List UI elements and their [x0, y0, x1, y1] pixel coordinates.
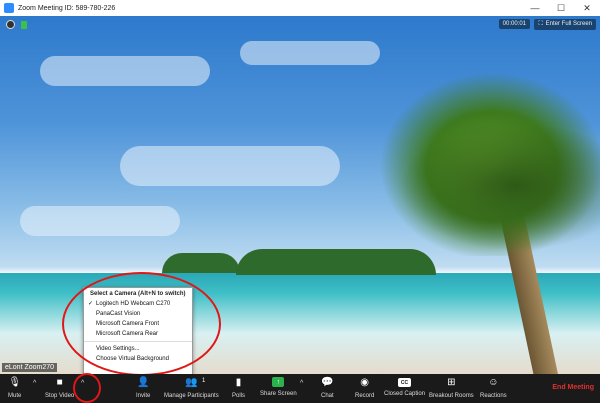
closed-caption-label: Closed Caption	[384, 391, 426, 397]
cloud	[40, 56, 210, 86]
smiley-icon: ☺	[488, 377, 499, 388]
microphone-icon: 🎙	[8, 377, 22, 388]
island-small	[162, 253, 240, 273]
maximize-button[interactable]: ☐	[548, 0, 574, 16]
fullscreen-icon: ⛶	[538, 21, 543, 27]
stop-video-label: Stop Video	[45, 393, 75, 399]
polls-button[interactable]: ▮ Polls	[232, 377, 245, 399]
window-title: Zoom Meeting ID: 589-780-226	[18, 4, 116, 12]
invite-label: Invite	[136, 393, 151, 399]
manage-participants-button[interactable]: 👥 Manage Participants	[164, 377, 219, 399]
reactions-button[interactable]: ☺ Reactions	[480, 377, 507, 399]
polls-icon: ▮	[235, 377, 242, 388]
polls-label: Polls	[232, 393, 246, 399]
record-button[interactable]: ◉ Record	[355, 377, 374, 399]
invite-button[interactable]: 👤 Invite	[136, 377, 150, 399]
mute-button[interactable]: 🎙 Mute	[8, 377, 21, 399]
closed-caption-icon: CC	[398, 378, 412, 387]
video-camera-icon: ■	[56, 377, 63, 388]
window-titlebar: Zoom Meeting ID: 589-780-226 — ☐ ✕	[0, 0, 600, 17]
highlight-oval	[62, 272, 221, 376]
enter-fullscreen-button[interactable]: ⛶ Enter Full Screen	[534, 19, 596, 30]
cloud	[20, 206, 180, 236]
record-icon: ◉	[360, 377, 370, 388]
minimize-button[interactable]: —	[522, 0, 548, 16]
fullscreen-label: Enter Full Screen	[545, 21, 592, 27]
share-screen-icon: ↑	[272, 377, 285, 387]
encryption-shield-icon[interactable]	[21, 20, 27, 29]
record-label: Record	[355, 393, 375, 399]
share-screen-label: Share Screen	[260, 391, 297, 397]
chat-icon: 💬	[321, 377, 334, 388]
highlight-circle	[73, 373, 101, 403]
breakout-rooms-button[interactable]: ⊞ Breakout Rooms	[429, 377, 474, 399]
closed-caption-button[interactable]: CC Closed Caption	[384, 377, 425, 397]
mute-label: Mute	[8, 393, 22, 399]
chat-label: Chat	[321, 393, 334, 399]
meeting-info-icons	[6, 20, 27, 29]
participants-icon: 👥	[185, 377, 198, 388]
stop-video-button[interactable]: ■ Stop Video	[45, 377, 74, 399]
cloud	[120, 146, 340, 186]
window-controls: — ☐ ✕	[522, 0, 600, 16]
palm-shadow	[390, 116, 600, 256]
meeting-timer: 00:00:01	[498, 19, 530, 29]
breakout-rooms-icon: ⊞	[447, 377, 456, 388]
add-person-icon: 👤	[136, 377, 150, 388]
audio-options-caret[interactable]: ^	[33, 380, 36, 387]
share-screen-button[interactable]: ↑ Share Screen	[260, 377, 297, 397]
manage-participants-label: Manage Participants	[164, 393, 219, 399]
share-options-caret[interactable]: ^	[300, 380, 303, 387]
chat-button[interactable]: 💬 Chat	[321, 377, 334, 399]
participant-count: 1	[202, 378, 206, 384]
reactions-label: Reactions	[480, 393, 507, 399]
participant-name-tag: eLont Zoom270	[2, 363, 58, 372]
cloud	[240, 41, 380, 65]
breakout-rooms-label: Breakout Rooms	[429, 393, 474, 399]
meeting-info-icon[interactable]	[6, 20, 15, 29]
zoom-app-icon	[4, 3, 14, 13]
end-meeting-button[interactable]: End Meeting	[552, 384, 594, 391]
close-button[interactable]: ✕	[574, 0, 600, 16]
